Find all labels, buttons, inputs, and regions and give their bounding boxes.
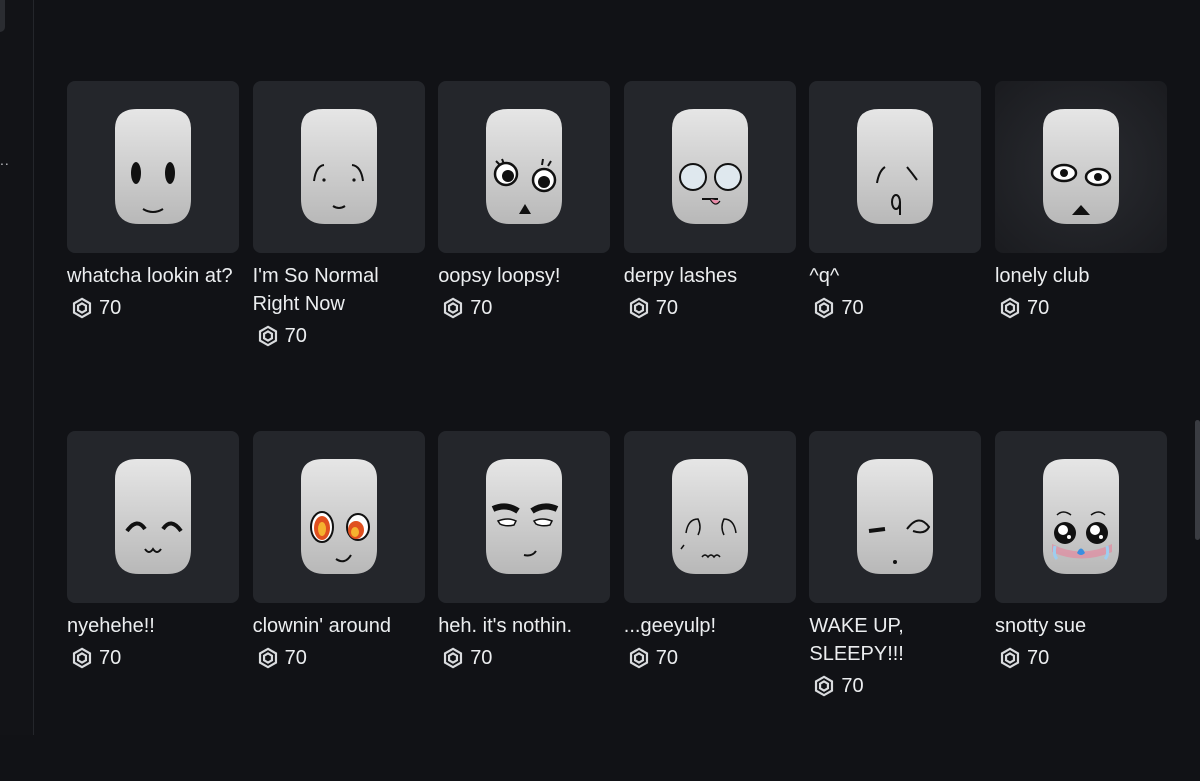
item-thumbnail[interactable] <box>623 431 796 603</box>
item-thumbnail[interactable] <box>623 81 796 253</box>
face-whatcha-image <box>115 109 191 224</box>
item-price: 70 <box>809 294 981 322</box>
item-thumbnail[interactable] <box>994 431 1167 603</box>
item-thumbnail[interactable] <box>438 81 611 253</box>
item-thumbnail[interactable] <box>67 81 239 253</box>
price-value: 70 <box>99 646 122 669</box>
item-name[interactable]: derpy lashes <box>624 262 796 290</box>
item-price: 70 <box>253 644 425 672</box>
face-nyehehe-image <box>115 459 191 574</box>
robux-icon <box>258 325 277 347</box>
robux-icon <box>1000 297 1020 319</box>
price-value: 70 <box>655 646 679 669</box>
price-value: 70 <box>284 646 307 669</box>
item-price: 70 <box>67 644 239 672</box>
face-clown-image <box>300 459 377 574</box>
item-name[interactable]: oopsy loopsy! <box>438 262 610 290</box>
more-icon[interactable]: .. <box>0 152 10 168</box>
item-price: 70 <box>624 644 796 672</box>
price-value: 70 <box>655 296 679 319</box>
price-value: 70 <box>284 324 307 347</box>
item-thumbnail[interactable] <box>809 81 982 253</box>
robux-icon <box>444 297 463 319</box>
sidebar-tab[interactable] <box>0 0 5 32</box>
robux-icon <box>72 647 92 669</box>
catalog-item-card[interactable]: lonely club 70 <box>994 81 1167 431</box>
catalog-item-card[interactable]: whatcha lookin at? 70 <box>67 81 239 431</box>
price-value: 70 <box>99 296 122 319</box>
item-price: 70 <box>995 644 1167 672</box>
item-name[interactable]: clownin' around <box>253 612 425 640</box>
item-price: 70 <box>438 644 610 672</box>
catalog-item-card[interactable]: nyehehe!! 70 <box>67 431 239 781</box>
robux-icon <box>629 297 648 319</box>
catalog-item-card[interactable]: ^q^ 70 <box>809 81 982 431</box>
item-thumbnail[interactable] <box>67 431 239 603</box>
price-value: 70 <box>1026 296 1050 319</box>
face-lonely-image <box>1042 109 1119 224</box>
robux-icon <box>629 647 648 669</box>
robux-icon <box>444 647 463 669</box>
item-name[interactable]: WAKE UP, SLEEPY!!! <box>809 612 981 668</box>
catalog-grid: whatcha lookin at? 70 I'm So Normal Right … <box>67 81 1167 781</box>
item-thumbnail[interactable] <box>252 431 425 603</box>
face-derpy-image <box>671 109 748 224</box>
catalog-item-card[interactable]: I'm So Normal Right Now 70 <box>252 81 425 431</box>
left-sidebar: .. <box>0 0 34 735</box>
robux-icon <box>72 297 92 319</box>
robux-icon <box>1000 647 1020 669</box>
item-price: 70 <box>995 294 1167 322</box>
price-value: 70 <box>841 674 864 697</box>
catalog-item-card[interactable]: snotty sue 70 <box>994 431 1167 781</box>
item-thumbnail[interactable] <box>994 81 1167 253</box>
item-thumbnail[interactable] <box>438 431 611 603</box>
item-name[interactable]: lonely club <box>995 262 1167 290</box>
catalog-item-card[interactable]: WAKE UP, SLEEPY!!! 70 <box>809 431 982 781</box>
item-price: 70 <box>809 672 981 700</box>
item-name[interactable]: snotty sue <box>995 612 1167 640</box>
face-heh-image <box>486 459 563 574</box>
catalog-item-card[interactable]: oopsy loopsy! 70 <box>438 81 611 431</box>
item-thumbnail[interactable] <box>252 81 425 253</box>
face-wake-image <box>857 459 934 574</box>
item-name[interactable]: I'm So Normal Right Now <box>253 262 425 318</box>
catalog-item-card[interactable]: heh. it's nothin. 70 <box>438 431 611 781</box>
catalog-item-card[interactable]: ...geeyulp! 70 <box>623 431 796 781</box>
face-normal-image <box>300 109 377 224</box>
item-name[interactable]: whatcha lookin at? <box>67 262 239 290</box>
item-name[interactable]: ...geeyulp! <box>624 612 796 640</box>
item-price: 70 <box>438 294 610 322</box>
item-name[interactable]: nyehehe!! <box>67 612 239 640</box>
price-value: 70 <box>1026 646 1050 669</box>
robux-icon <box>815 675 834 697</box>
item-price: 70 <box>253 322 425 350</box>
item-price: 70 <box>624 294 796 322</box>
price-value: 70 <box>470 646 493 669</box>
catalog-item-card[interactable]: clownin' around 70 <box>252 431 425 781</box>
robux-icon <box>815 297 834 319</box>
item-price: 70 <box>67 294 239 322</box>
robux-icon <box>258 647 277 669</box>
face-gulp-image <box>671 459 748 574</box>
item-thumbnail[interactable] <box>809 431 982 603</box>
face-oopsy-image <box>486 109 563 224</box>
price-value: 70 <box>470 296 493 319</box>
face-q-image <box>857 109 934 224</box>
price-value: 70 <box>841 296 864 319</box>
face-snotty-image <box>1042 459 1119 574</box>
scrollbar[interactable] <box>1195 420 1200 540</box>
catalog-item-card[interactable]: derpy lashes 70 <box>623 81 796 431</box>
item-name[interactable]: heh. it's nothin. <box>438 612 610 640</box>
item-name[interactable]: ^q^ <box>809 262 981 290</box>
